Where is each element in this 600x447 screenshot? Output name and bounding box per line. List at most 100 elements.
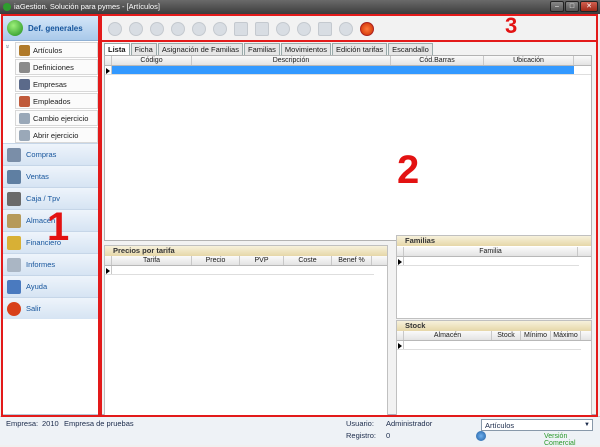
- nav-item-label: Ayuda: [26, 282, 48, 291]
- nav-item[interactable]: Salir: [3, 297, 98, 319]
- nav-item-label: Informes: [26, 260, 56, 269]
- table-row[interactable]: [397, 341, 581, 350]
- title-bar: iaGestion. Solución para pymes - [Artícu…: [0, 0, 600, 14]
- print-icon[interactable]: [318, 21, 332, 36]
- close-button[interactable]: ✕: [580, 1, 598, 12]
- empresa-name: Empresa de pruebas: [64, 419, 134, 428]
- column-header[interactable]: Mínimo: [521, 331, 551, 340]
- add-icon[interactable]: [192, 21, 206, 36]
- sidebar-subitem-label: Artículos: [33, 45, 63, 55]
- tab[interactable]: Familias: [243, 43, 280, 55]
- copy-icon[interactable]: [255, 21, 269, 36]
- column-header[interactable]: Benef %: [332, 256, 372, 265]
- module-select-value: Artículos: [485, 421, 515, 430]
- collapse-chevron-icon[interactable]: »: [3, 45, 10, 49]
- window-title: iaGestion. Solución para pymes - [Artícu…: [14, 2, 160, 11]
- column-header[interactable]: PVP: [240, 256, 284, 265]
- column-header[interactable]: Código: [112, 56, 192, 65]
- nav-item-label: Compras: [26, 150, 57, 159]
- column-header[interactable]: Almacén: [404, 331, 492, 340]
- delete-icon[interactable]: [213, 21, 227, 36]
- annotation-label-1: 1: [47, 205, 70, 249]
- sidebar-subitem[interactable]: Artículos: [15, 42, 98, 58]
- tab[interactable]: Ficha: [130, 43, 157, 55]
- tab[interactable]: Movimientos: [280, 43, 332, 55]
- document-icon: [19, 129, 30, 141]
- empresa-year: 2010: [42, 419, 59, 428]
- exit-power-icon[interactable]: [360, 21, 374, 36]
- cancel-icon[interactable]: [297, 21, 311, 36]
- main-panel: Lista Ficha Asignación de Familias Familias…: [101, 15, 597, 416]
- app-icon: [3, 3, 11, 11]
- precios-title: Precios por tarifa: [105, 246, 387, 256]
- nav-item[interactable]: Ventas: [3, 165, 98, 187]
- selected-row-highlight[interactable]: [112, 66, 574, 74]
- first-record-icon[interactable]: [108, 21, 122, 36]
- table-row[interactable]: [105, 66, 591, 75]
- table-row[interactable]: [397, 257, 579, 266]
- subitem-list: » Artículos Definiciones Empresas Empleados…: [3, 42, 98, 143]
- cart-icon: [7, 169, 21, 184]
- sidebar-header[interactable]: Def. generales: [3, 16, 98, 41]
- stock-grid-header: Almacén Stock Mínimo Máximo: [397, 331, 591, 341]
- sidebar-subitem[interactable]: Empleados: [15, 93, 98, 109]
- search-icon[interactable]: [339, 21, 353, 36]
- column-header[interactable]: Ubicación: [484, 56, 574, 65]
- module-select[interactable]: Artículos ▼: [481, 419, 593, 431]
- nav-item[interactable]: Ayuda: [3, 275, 98, 297]
- status-bar: Empresa: 2010 Empresa de pruebas Usuario…: [0, 416, 600, 447]
- current-row-indicator-icon: [105, 66, 112, 74]
- annotation-label-3: 3: [505, 13, 518, 38]
- sidebar-subitem-label: Empresas: [33, 79, 67, 89]
- annotation-label-2: 2: [397, 148, 420, 192]
- window-controls: – □ ✕: [550, 1, 598, 12]
- column-header[interactable]: Coste: [284, 256, 332, 265]
- row-indicator-header: [397, 247, 404, 256]
- familias-title: Familias: [397, 236, 591, 246]
- row-indicator-header: [105, 56, 112, 65]
- chevron-down-icon: ▼: [584, 422, 590, 428]
- nav-item[interactable]: Compras: [3, 143, 98, 165]
- tab[interactable]: Asignación de Familias: [157, 43, 243, 55]
- globe-icon: [476, 431, 486, 441]
- edit-icon[interactable]: [234, 21, 248, 36]
- column-header[interactable]: Familia: [404, 247, 578, 256]
- tab[interactable]: Edición tarifas: [332, 43, 388, 55]
- precios-grid-header: Tarifa Precio PVP Coste Benef %: [105, 256, 387, 266]
- minimize-button[interactable]: –: [550, 1, 564, 12]
- table-row[interactable]: [105, 266, 374, 275]
- coins-icon: [7, 235, 21, 250]
- column-header[interactable]: Precio: [192, 256, 240, 265]
- tab[interactable]: Escandallo: [388, 43, 433, 55]
- toolbar: [102, 16, 596, 42]
- tab-strip: Lista Ficha Asignación de Familias Familias…: [102, 43, 596, 55]
- column-header[interactable]: Cód.Barras: [391, 56, 484, 65]
- familias-panel: Familias Familia: [396, 235, 592, 319]
- nav-item[interactable]: Informes: [3, 253, 98, 275]
- sidebar-subitem[interactable]: Cambio ejercicio: [15, 110, 98, 126]
- last-record-icon[interactable]: [171, 21, 185, 36]
- sidebar-subitem-label: Definiciones: [33, 62, 74, 72]
- green-orb-icon: [7, 20, 23, 36]
- column-header[interactable]: Tarifa: [112, 256, 192, 265]
- previous-record-icon[interactable]: [129, 21, 143, 36]
- people-icon: [19, 95, 30, 107]
- empresa-label: Empresa:: [6, 419, 39, 428]
- sidebar-subitem[interactable]: Empresas: [15, 76, 98, 92]
- box-icon: [19, 44, 30, 56]
- sidebar-subitem[interactable]: Definiciones: [15, 59, 98, 75]
- column-header[interactable]: Descripción: [192, 56, 391, 65]
- sidebar-subitem[interactable]: Abrir ejercicio: [15, 127, 98, 143]
- maximize-button[interactable]: □: [565, 1, 579, 12]
- column-header[interactable]: Stock: [492, 331, 521, 340]
- tab[interactable]: Lista: [104, 43, 130, 55]
- column-header[interactable]: Máximo: [551, 331, 581, 340]
- save-icon[interactable]: [276, 21, 290, 36]
- familias-grid-header: Familia: [397, 247, 591, 257]
- registro-value: 0: [386, 431, 391, 440]
- document-icon: [19, 112, 30, 124]
- next-record-icon[interactable]: [150, 21, 164, 36]
- usuario-label: Usuario:: [346, 419, 374, 428]
- current-row-indicator-icon: [397, 257, 404, 265]
- row-indicator-header: [105, 256, 112, 265]
